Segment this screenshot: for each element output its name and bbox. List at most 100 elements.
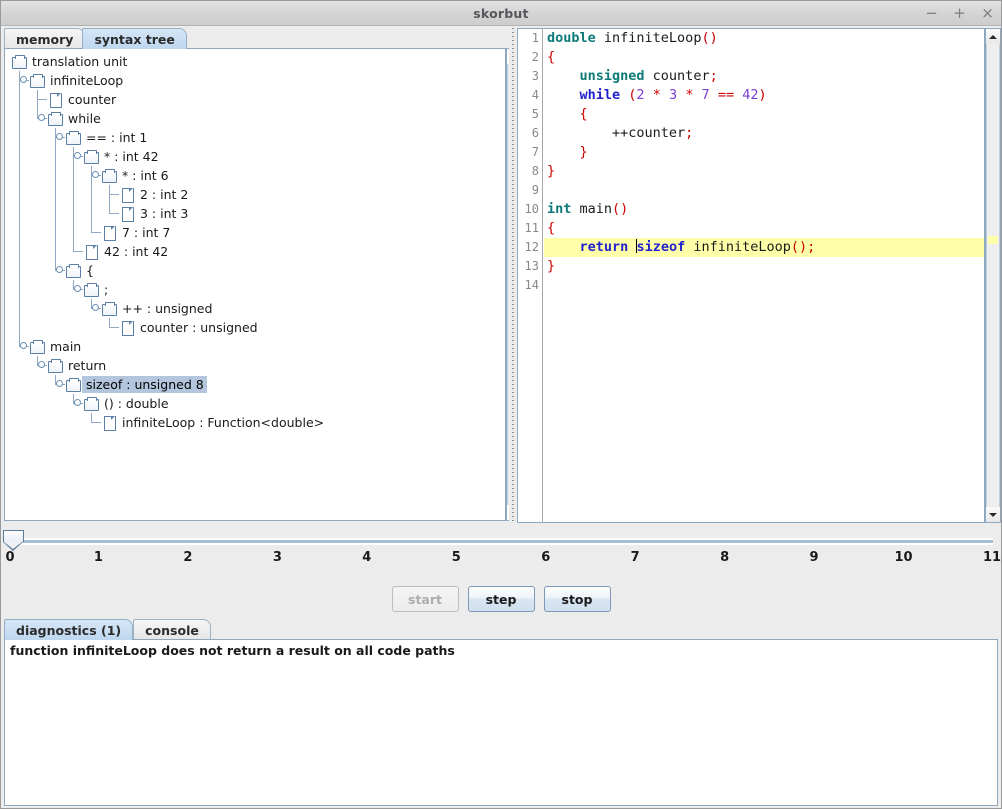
tree-node[interactable]: * : int 42 [7, 147, 503, 166]
tree-expand-handle[interactable] [74, 152, 81, 159]
code-line[interactable]: while (2 * 3 * 7 == 42) [544, 86, 984, 105]
scroll-track[interactable] [986, 44, 1000, 507]
tree-node[interactable]: ; [7, 280, 503, 299]
timeline-tick: 3 [272, 550, 282, 565]
line-number: 12 [524, 240, 539, 254]
folder-icon [83, 282, 100, 297]
code-line[interactable]: double infiniteLoop() [544, 29, 984, 48]
step-button[interactable]: step [467, 586, 535, 612]
split-pane: memory syntax tree translation unit infini… [1, 26, 1001, 526]
code-line[interactable]: { [544, 219, 984, 238]
code-line[interactable] [544, 276, 984, 295]
syntax-tree-list[interactable]: translation unit infiniteLoop counter while… [7, 52, 503, 518]
tab-memory[interactable]: memory [4, 28, 86, 49]
tree-expand-handle[interactable] [20, 342, 27, 349]
code-line[interactable]: return sizeof infiniteLoop(); [544, 238, 984, 257]
tree-node-label: ; [104, 282, 109, 297]
tree-expand-handle[interactable] [38, 114, 45, 121]
tree-expand-handle[interactable] [92, 304, 99, 311]
timeline-tick: 10 [894, 550, 913, 565]
diagnostics-list[interactable]: function infiniteLoop does not return a … [5, 640, 997, 659]
tree-expand-handle[interactable] [56, 380, 63, 387]
code-line[interactable]: { [544, 105, 984, 124]
tree-expand-handle[interactable] [38, 361, 45, 368]
tree-node[interactable]: 3 : int 3 [7, 204, 503, 223]
code-line[interactable]: } [544, 257, 984, 276]
folder-icon [83, 149, 100, 164]
code-editor[interactable]: 1 2 3 4 5 6 7 8 9 10 11 12 13 14 double infiniteLoop(… [517, 28, 985, 523]
code-line[interactable]: int main() [544, 200, 984, 219]
tab-syntax-tree[interactable]: syntax tree [82, 28, 187, 49]
tree-node[interactable]: () : double [7, 394, 503, 413]
control-button-row: start step stop [1, 586, 1001, 612]
minimize-icon[interactable]: − [924, 6, 939, 21]
tree-node[interactable]: * : int 6 [7, 166, 503, 185]
tab-diagnostics[interactable]: diagnostics (1) [4, 619, 134, 640]
tree-node[interactable]: 2 : int 2 [7, 185, 503, 204]
line-number: 13 [524, 259, 539, 273]
stop-button[interactable]: stop [543, 586, 611, 612]
code-token: * [652, 87, 661, 103]
tree-expand-handle[interactable] [56, 266, 63, 273]
tree-node[interactable]: infiniteLoop [7, 71, 503, 90]
tree-node[interactable]: while [7, 109, 503, 128]
tree-node[interactable]: { [7, 261, 503, 280]
editor-vertical-scrollbar[interactable] [985, 28, 1001, 523]
title-bar: skorbut − + × [1, 1, 1001, 26]
tree-node[interactable]: main [7, 337, 503, 356]
slider-thumb[interactable] [3, 530, 24, 551]
code-line[interactable]: } [544, 162, 984, 181]
tree-node[interactable]: 42 : int 42 [7, 242, 503, 261]
tree-node[interactable]: == : int 1 [7, 128, 503, 147]
tree-node[interactable]: counter [7, 90, 503, 109]
tree-node-label: 42 : int 42 [104, 244, 169, 259]
split-divider[interactable] [509, 26, 517, 526]
tree-node[interactable]: 7 : int 7 [7, 223, 503, 242]
timeline-slider[interactable]: 0 1 2 3 4 5 6 7 8 9 10 11 [1, 528, 1001, 583]
code-area[interactable]: double infiniteLoop(){ unsigned counter;… [544, 29, 984, 522]
tree-expand-handle[interactable] [56, 133, 63, 140]
syntax-tree-panel[interactable]: translation unit infiniteLoop counter while… [4, 48, 506, 521]
document-icon [119, 320, 136, 336]
tree-expand-handle[interactable] [74, 399, 81, 406]
tree-node[interactable]: sizeof : unsigned 8 [7, 375, 503, 394]
folder-icon [65, 130, 82, 145]
tree-expand-handle[interactable] [92, 171, 99, 178]
code-line[interactable] [544, 181, 984, 200]
close-icon[interactable]: × [980, 6, 995, 21]
code-token: int [547, 201, 572, 217]
slider-track[interactable] [11, 538, 993, 545]
tree-node[interactable]: translation unit [7, 52, 503, 71]
tree-node[interactable]: infiniteLoop : Function<double> [7, 413, 503, 432]
diagnostic-message[interactable]: function infiniteLoop does not return a … [7, 642, 997, 659]
main-content: memory syntax tree translation unit infini… [1, 26, 1001, 808]
document-icon [83, 244, 100, 260]
tree-expand-handle[interactable] [20, 76, 27, 83]
button-label: stop [561, 591, 593, 607]
tree-node[interactable]: ++ : unsigned [7, 299, 503, 318]
code-line[interactable]: unsigned counter; [544, 67, 984, 86]
diagnostics-panel[interactable]: function infiniteLoop does not return a … [4, 639, 998, 806]
code-line[interactable]: ++counter; [544, 124, 984, 143]
window-controls: − + × [924, 1, 995, 26]
tree-connector-lines [7, 147, 503, 166]
tree-expand-handle[interactable] [74, 285, 81, 292]
tree-node[interactable]: return [7, 356, 503, 375]
code-line[interactable]: { [544, 48, 984, 67]
tree-node[interactable]: counter : unsigned [7, 318, 503, 337]
tab-console[interactable]: console [133, 619, 211, 640]
tab-label: syntax tree [94, 31, 175, 47]
code-line[interactable]: } [544, 143, 984, 162]
button-label: start [408, 591, 442, 607]
maximize-icon[interactable]: + [952, 6, 967, 21]
scroll-up-button[interactable] [986, 29, 1000, 44]
code-token: infiniteLoop [685, 239, 791, 255]
tree-node-label: == : int 1 [86, 130, 148, 145]
timeline-tick: 1 [93, 550, 103, 565]
scroll-down-button[interactable] [986, 507, 1000, 522]
folder-icon [101, 301, 118, 316]
code-token: while [579, 87, 621, 103]
